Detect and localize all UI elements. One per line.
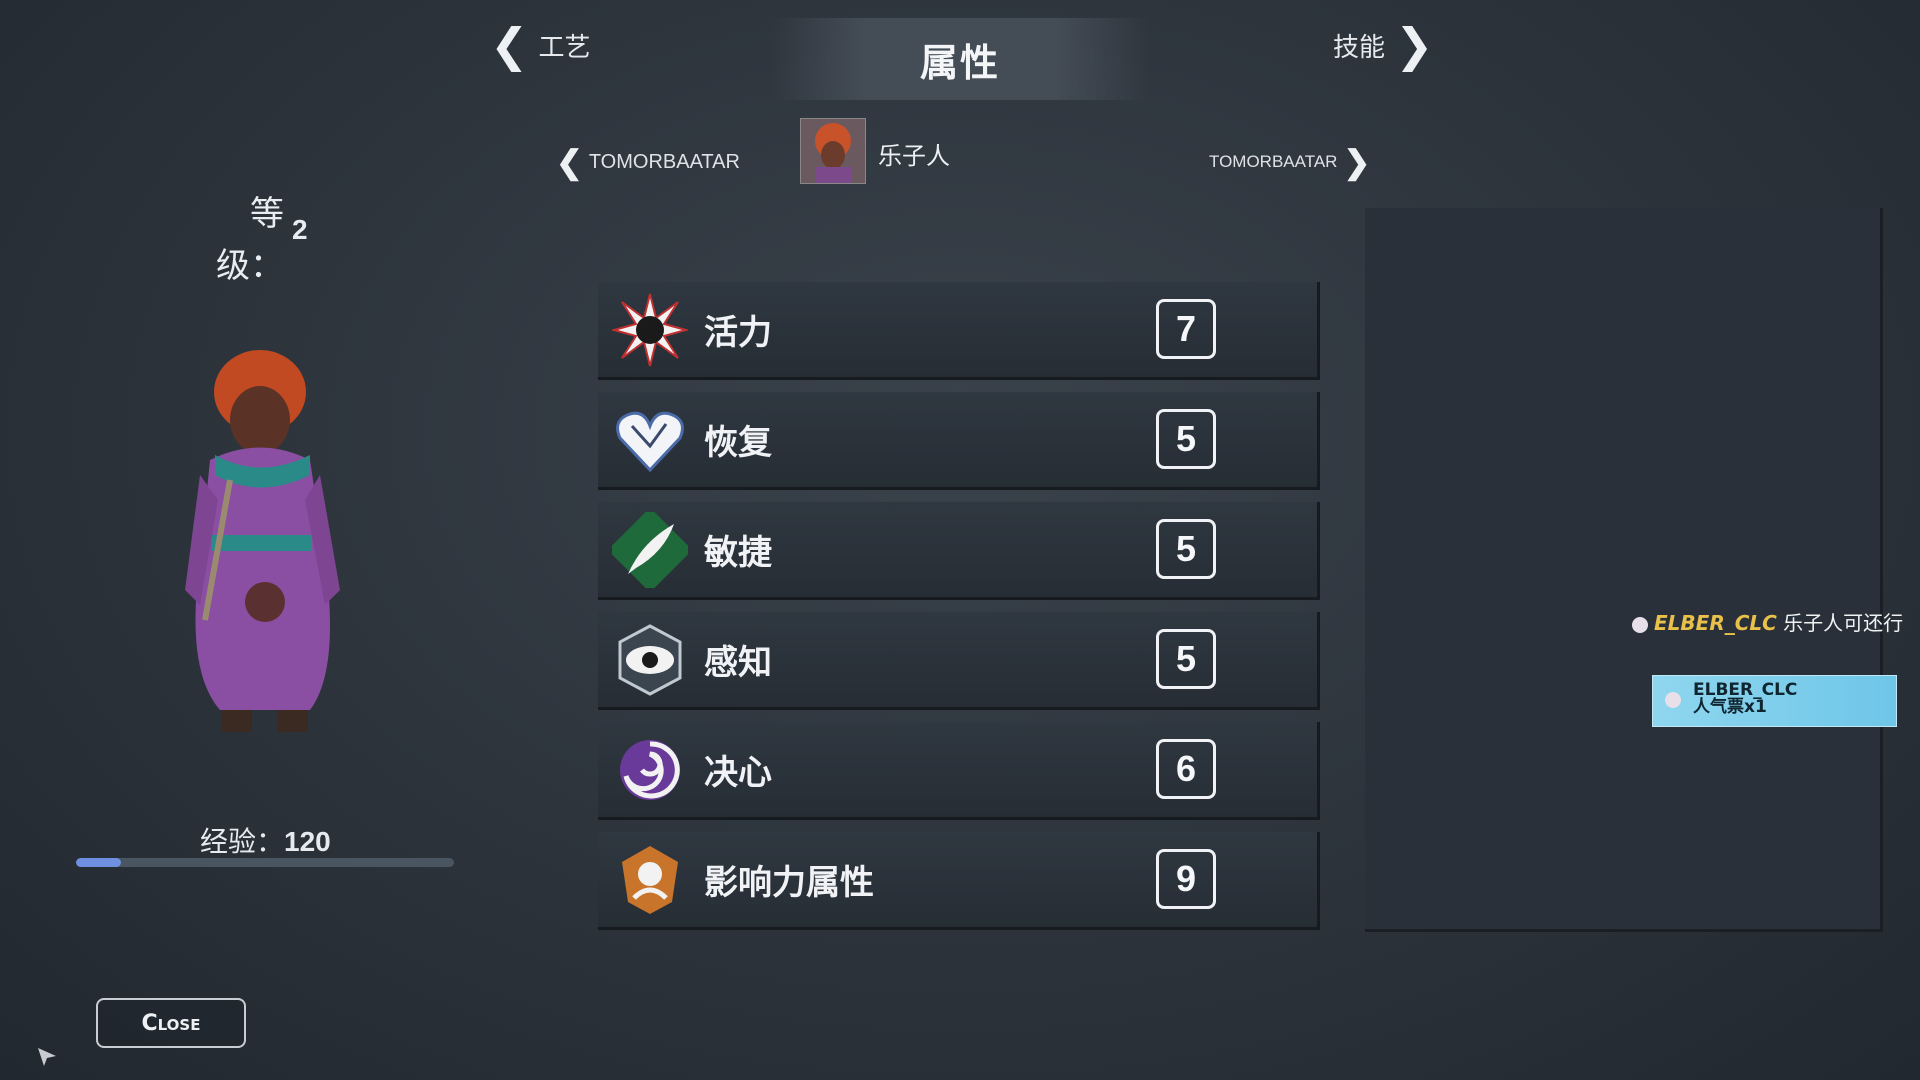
prev-character-name: TOMORBAATAR — [588, 150, 740, 173]
chevron-left-icon: ❮ — [556, 144, 583, 180]
close-button[interactable]: Close — [96, 998, 246, 1048]
vitality-burst-icon — [610, 292, 690, 368]
stat-row[interactable]: 活力 7 — [598, 282, 1320, 380]
stat-label: 感知 — [704, 643, 772, 683]
experience-bar-fill — [76, 858, 122, 867]
level-value: 2 — [292, 214, 308, 245]
influence-crest-icon — [612, 842, 688, 918]
prev-tab-crafting[interactable]: ❮ 工艺 — [490, 22, 591, 68]
chevron-left-icon: ❮ — [490, 18, 529, 72]
cursor-icon — [36, 1046, 58, 1072]
next-tab-skills[interactable]: 技能 ❯ — [1333, 22, 1434, 68]
stat-label: 影响力属性 — [704, 863, 874, 903]
gift-notification: ELBER_CLC 人气票x1 — [1652, 675, 1897, 727]
character-portrait — [800, 118, 866, 184]
stat-label: 决心 — [704, 753, 772, 793]
chevron-right-icon: ❯ — [1343, 144, 1371, 180]
recovery-heart-icon — [612, 402, 688, 478]
level-label-bottom: 级： — [216, 246, 284, 286]
stat-row[interactable]: 感知 5 — [598, 612, 1320, 710]
stat-label: 活力 — [704, 313, 772, 353]
agility-feather-icon — [607, 507, 693, 592]
stat-value: 6 — [1156, 739, 1216, 799]
level-label-top: 等 — [250, 194, 284, 234]
character-model — [160, 340, 380, 764]
next-tab-label: 技能 — [1333, 32, 1386, 63]
stat-label: 敏捷 — [704, 533, 772, 573]
stat-row[interactable]: 决心 6 — [598, 722, 1320, 820]
chat-text: 乐子人可还行 — [1783, 611, 1904, 635]
experience-value: 120 — [284, 826, 331, 857]
current-character-name: 乐子人 — [878, 142, 950, 170]
prev-tab-label: 工艺 — [538, 32, 591, 63]
perception-eye-icon — [612, 622, 688, 698]
chevron-right-icon: ❯ — [1395, 18, 1434, 72]
stat-value: 9 — [1156, 849, 1216, 909]
details-panel — [1365, 208, 1883, 932]
gift-text: 人气票x1 — [1693, 697, 1767, 717]
prev-character-button[interactable]: ❮ TOMORBAATAR — [556, 146, 740, 178]
stat-row[interactable]: 影响力属性 9 — [598, 832, 1320, 930]
stat-row[interactable]: 敏捷 5 — [598, 502, 1320, 600]
experience-bar — [76, 858, 454, 867]
stat-value: 5 — [1156, 629, 1216, 689]
stat-value: 5 — [1156, 519, 1216, 579]
experience-label: 经验： — [200, 825, 285, 858]
stat-label: 恢复 — [704, 423, 772, 463]
stat-row[interactable]: 恢复 5 — [598, 392, 1320, 490]
chat-message: ELBER_CLC 乐子人可还行 — [1632, 610, 1912, 636]
title-banner: 属性 — [770, 18, 1150, 100]
chat-username: ELBER_CLC — [1654, 611, 1777, 635]
user-avatar-icon — [1632, 616, 1648, 633]
stat-value: 7 — [1156, 299, 1216, 359]
stat-value: 5 — [1156, 409, 1216, 469]
resolve-swirl-icon — [612, 732, 688, 808]
next-character-name: TOMORBAATAR — [1209, 152, 1338, 171]
next-character-button[interactable]: TOMORBAATAR ❯ — [1209, 146, 1370, 178]
experience-text: 经验：120 — [200, 820, 331, 860]
page-title: 属性 — [919, 40, 1000, 85]
gift-avatar-icon — [1665, 692, 1681, 708]
